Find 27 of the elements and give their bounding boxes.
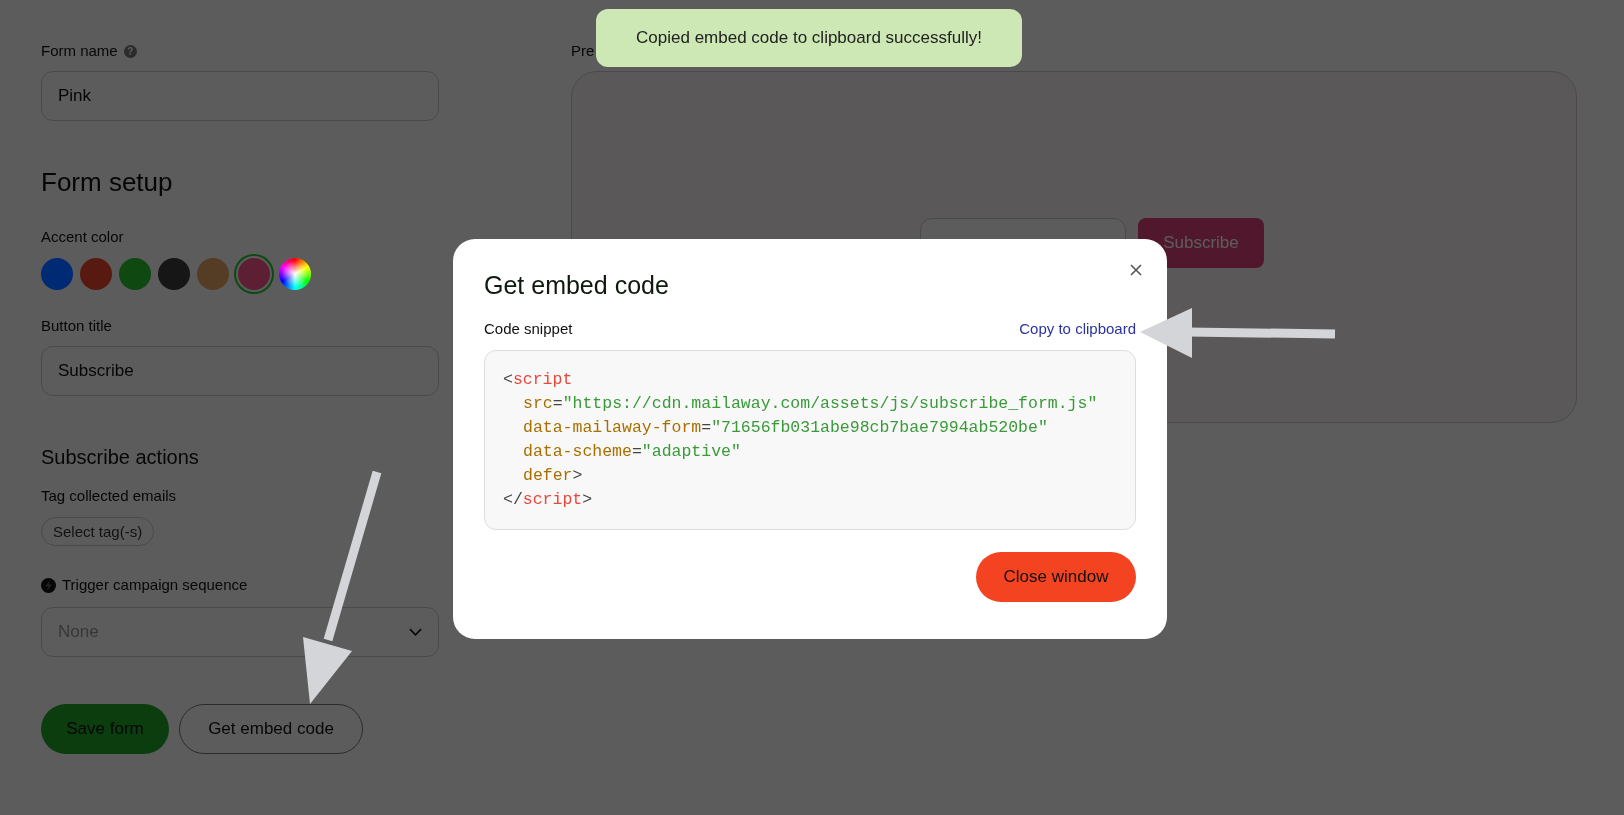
input-field[interactable]: Pink — [41, 71, 439, 121]
field-label: Accent color — [41, 228, 125, 246]
help-icon[interactable]: ? — [123, 44, 137, 58]
color-swatch[interactable] — [41, 258, 73, 290]
field-label: Form name — [41, 42, 118, 60]
color-swatch[interactable] — [80, 258, 112, 290]
color-swatch[interactable] — [158, 258, 190, 290]
color-swatch[interactable] — [197, 258, 229, 290]
success-toast: Copied embed code to clipboard successfully! — [596, 9, 1022, 67]
close-icon[interactable] — [1130, 264, 1142, 276]
snippet-label: Code snippet — [484, 320, 573, 337]
embed-code-button[interactable]: Get embed code — [179, 704, 363, 754]
field-label: Button title — [41, 317, 113, 335]
copy-link[interactable]: Copy to clipboard — [1019, 320, 1136, 337]
section-heading: Subscribe actions — [41, 446, 200, 469]
color-swatch[interactable] — [279, 258, 311, 290]
lightning-icon — [41, 577, 56, 593]
code-block: <script src="https://cdn.mailaway.com/assets/js/subscribe_form.js" data-mailaway-form="71656fb031abe98cb7bae7994ab520be" data-scheme="adaptive" defer> </script> — [484, 350, 1136, 530]
field-label: Tag collected emails — [41, 487, 178, 505]
close-window-button[interactable]: Close window — [976, 552, 1136, 602]
color-swatch[interactable] — [119, 258, 151, 290]
input-field[interactable]: Subscribe — [41, 346, 439, 396]
modal-title: Get embed code — [484, 271, 670, 300]
preview-label: Pre — [571, 42, 596, 60]
chevron-down-icon — [409, 628, 422, 636]
section-heading: Form setup — [41, 167, 174, 198]
field-label: Trigger campaign sequence — [62, 576, 248, 594]
